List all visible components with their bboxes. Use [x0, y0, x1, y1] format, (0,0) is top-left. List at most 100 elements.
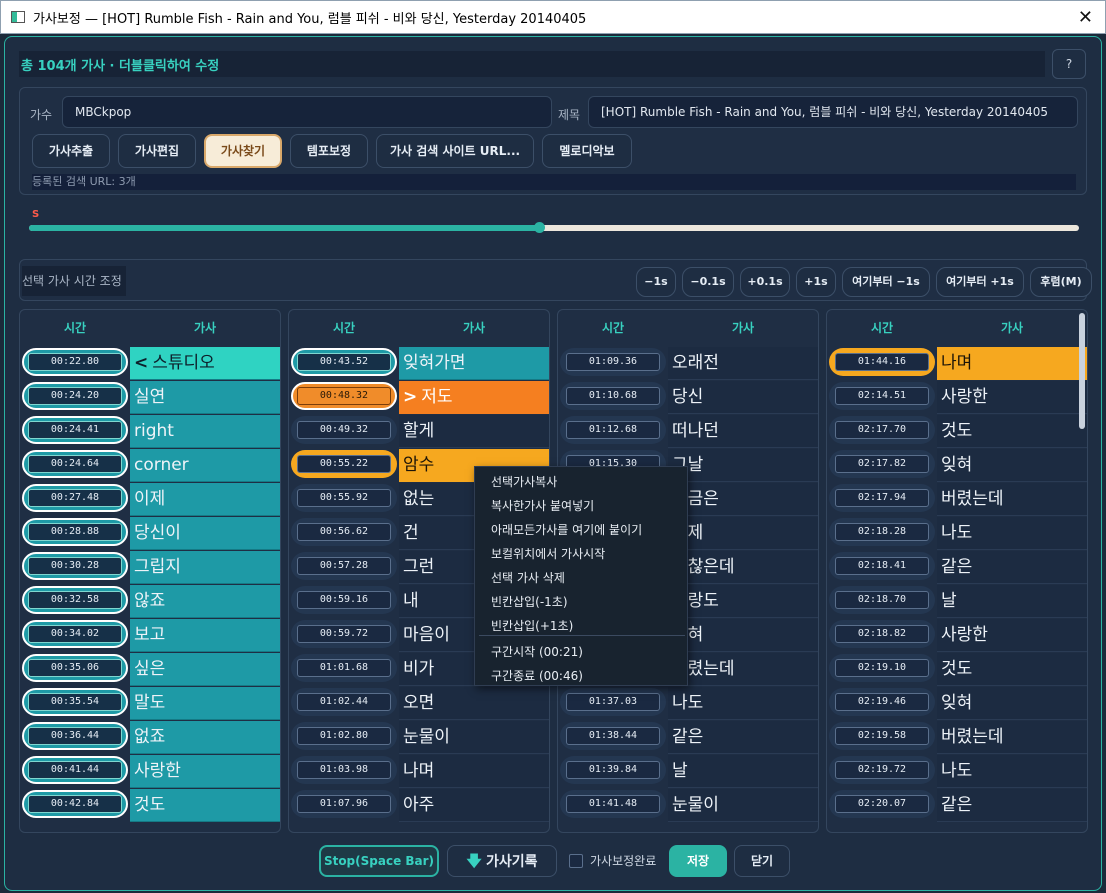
lyric-text[interactable]: > 저도	[399, 381, 549, 414]
chorus-button[interactable]: 후렴(M)	[1030, 267, 1092, 297]
lyric-text[interactable]: 당신	[668, 381, 818, 414]
plus-01s-button[interactable]: +0.1s	[740, 267, 790, 297]
timestamp-box[interactable]: 00:41.44	[22, 756, 128, 784]
timestamp-box[interactable]: 00:59.72	[291, 620, 397, 648]
lyric-row[interactable]: 00:34.02 보고	[20, 619, 280, 653]
timestamp-box[interactable]: 00:59.16	[291, 586, 397, 614]
extract-lyrics-button[interactable]: 가사추출	[32, 134, 110, 168]
lyric-text[interactable]: 그날	[668, 449, 818, 482]
lyric-row[interactable]: 02:18.28 나도	[827, 517, 1087, 551]
lyric-text[interactable]: 것도	[937, 415, 1087, 448]
timestamp-box[interactable]: 02:17.94	[829, 484, 935, 512]
timestamp-box[interactable]: 01:39.84	[560, 756, 666, 784]
edit-lyrics-button[interactable]: 가사편집	[118, 134, 196, 168]
lyric-text[interactable]: 잊혀	[937, 687, 1087, 720]
timestamp-box[interactable]: 00:55.92	[291, 484, 397, 512]
from-here-plus-button[interactable]: 여기부터 +1s	[936, 267, 1024, 297]
title-field[interactable]: [HOT] Rumble Fish - Rain and You, 럼블 피쉬 …	[588, 96, 1078, 128]
timestamp-box[interactable]: 00:55.22	[291, 450, 397, 478]
timestamp-box[interactable]: 00:57.28	[291, 552, 397, 580]
menu-start-at-vocal[interactable]: 보컬위치에서 가사시작	[491, 545, 605, 562]
lyric-text[interactable]: 없죠	[130, 721, 280, 754]
lyric-text[interactable]: 버렸는데	[937, 721, 1087, 754]
timestamp-box[interactable]: 01:07.96	[291, 790, 397, 818]
lyric-text[interactable]: right	[130, 415, 280, 448]
lyrics-site-url-button[interactable]: 가사 검색 사이트 URL...	[376, 134, 534, 168]
lyric-row[interactable]: 00:24.41 right	[20, 415, 280, 449]
timestamp-box[interactable]: 01:10.68	[560, 382, 666, 410]
timestamp-box[interactable]: 01:12.68	[560, 416, 666, 444]
lyric-row[interactable]: 01:03.98 나며	[289, 755, 549, 789]
help-button[interactable]: ?	[1052, 49, 1086, 79]
record-lyrics-button[interactable]: 🡇 가사기록	[447, 845, 557, 877]
lyric-text[interactable]: 오면	[399, 687, 549, 720]
save-button[interactable]: 저장	[669, 845, 727, 877]
timestamp-box[interactable]: 00:24.64	[22, 450, 128, 478]
timestamp-box[interactable]: 01:38.44	[560, 722, 666, 750]
lyric-row[interactable]: 02:14.51 사랑한	[827, 381, 1087, 415]
lyric-row[interactable]: 02:19.10 것도	[827, 653, 1087, 687]
timestamp-box[interactable]: 02:19.58	[829, 722, 935, 750]
lyric-text[interactable]: 괜찮은데	[668, 551, 818, 584]
timestamp-box[interactable]: 02:19.46	[829, 688, 935, 716]
lyrics-scrollbar[interactable]	[1079, 313, 1085, 429]
close-icon[interactable]: ✕	[1078, 7, 1093, 28]
timestamp-box[interactable]: 01:02.80	[291, 722, 397, 750]
lyric-row[interactable]: 01:39.84 날	[558, 755, 818, 789]
lyric-text[interactable]: 보고	[130, 619, 280, 652]
minus-01s-button[interactable]: −0.1s	[682, 267, 734, 297]
lyric-row[interactable]: 01:07.96 아주	[289, 789, 549, 823]
lyric-text[interactable]: 지금은	[668, 483, 818, 516]
lyric-row[interactable]: 00:32.58 않죠	[20, 585, 280, 619]
timestamp-box[interactable]: 00:49.32	[291, 416, 397, 444]
lyric-text[interactable]: 나도	[937, 755, 1087, 788]
lyric-text[interactable]: 눈물이	[399, 721, 549, 754]
lyric-text[interactable]: 버렸는데	[668, 653, 818, 686]
timestamp-box[interactable]: 01:44.16	[829, 348, 935, 376]
timestamp-box[interactable]: 02:17.70	[829, 416, 935, 444]
lyric-text[interactable]: 사랑한	[130, 755, 280, 788]
menu-insert-blank-plus[interactable]: 빈칸삽입(+1초)	[491, 617, 573, 634]
timestamp-box[interactable]: 01:41.48	[560, 790, 666, 818]
lyric-text[interactable]: 이제	[668, 517, 818, 550]
timestamp-box[interactable]: 00:56.62	[291, 518, 397, 546]
lyric-text[interactable]: 사랑한	[937, 381, 1087, 414]
timestamp-box[interactable]: 00:27.48	[22, 484, 128, 512]
timestamp-box[interactable]: 00:28.88	[22, 518, 128, 546]
lyric-text[interactable]: 이제	[130, 483, 280, 516]
lyric-row[interactable]: 00:30.28 그립지	[20, 551, 280, 585]
timestamp-box[interactable]: 00:30.28	[22, 552, 128, 580]
lyric-text[interactable]: 것도	[130, 789, 280, 822]
menu-paste-all-below[interactable]: 아래모든가사를 여기에 붙이기	[491, 521, 642, 538]
lyric-row[interactable]: 02:17.94 버렸는데	[827, 483, 1087, 517]
lyric-row[interactable]: 00:22.80 < 스튜디오	[20, 347, 280, 381]
lyric-row[interactable]: 01:10.68 당신	[558, 381, 818, 415]
lyric-row[interactable]: 02:20.07 같은	[827, 789, 1087, 823]
lyric-text[interactable]: 잊혀가면	[399, 347, 549, 380]
lyric-text[interactable]: 싶은	[130, 653, 280, 686]
lyric-text[interactable]: 나며	[399, 755, 549, 788]
lyric-text[interactable]: 나도	[668, 687, 818, 720]
timestamp-box[interactable]: 00:36.44	[22, 722, 128, 750]
lyric-text[interactable]: 같은	[937, 551, 1087, 584]
lyric-text[interactable]: corner	[130, 449, 280, 482]
plus-1s-button[interactable]: +1s	[796, 267, 836, 297]
lyric-row[interactable]: 00:35.54 말도	[20, 687, 280, 721]
lyric-row[interactable]: 01:38.44 같은	[558, 721, 818, 755]
lyric-row[interactable]: 01:02.44 오면	[289, 687, 549, 721]
artist-field[interactable]: MBCkpop	[62, 96, 552, 128]
timestamp-box[interactable]: 02:18.82	[829, 620, 935, 648]
timestamp-box[interactable]: 02:20.07	[829, 790, 935, 818]
lyric-row[interactable]: 02:18.70 날	[827, 585, 1087, 619]
timestamp-box[interactable]: 02:19.10	[829, 654, 935, 682]
timeline-slider[interactable]: S	[29, 207, 1079, 237]
lyric-row[interactable]: 00:42.84 것도	[20, 789, 280, 823]
stop-button[interactable]: Stop(Space Bar)	[319, 845, 439, 877]
lyric-text[interactable]: 잊혀	[668, 619, 818, 652]
lyric-row[interactable]: 02:18.41 같은	[827, 551, 1087, 585]
lyric-row[interactable]: 02:17.82 잊혀	[827, 449, 1087, 483]
find-lyrics-button[interactable]: 가사찾기	[204, 134, 282, 168]
timestamp-box[interactable]: 01:02.44	[291, 688, 397, 716]
timestamp-box[interactable]: 00:22.80	[22, 348, 128, 376]
timestamp-box[interactable]: 02:17.82	[829, 450, 935, 478]
